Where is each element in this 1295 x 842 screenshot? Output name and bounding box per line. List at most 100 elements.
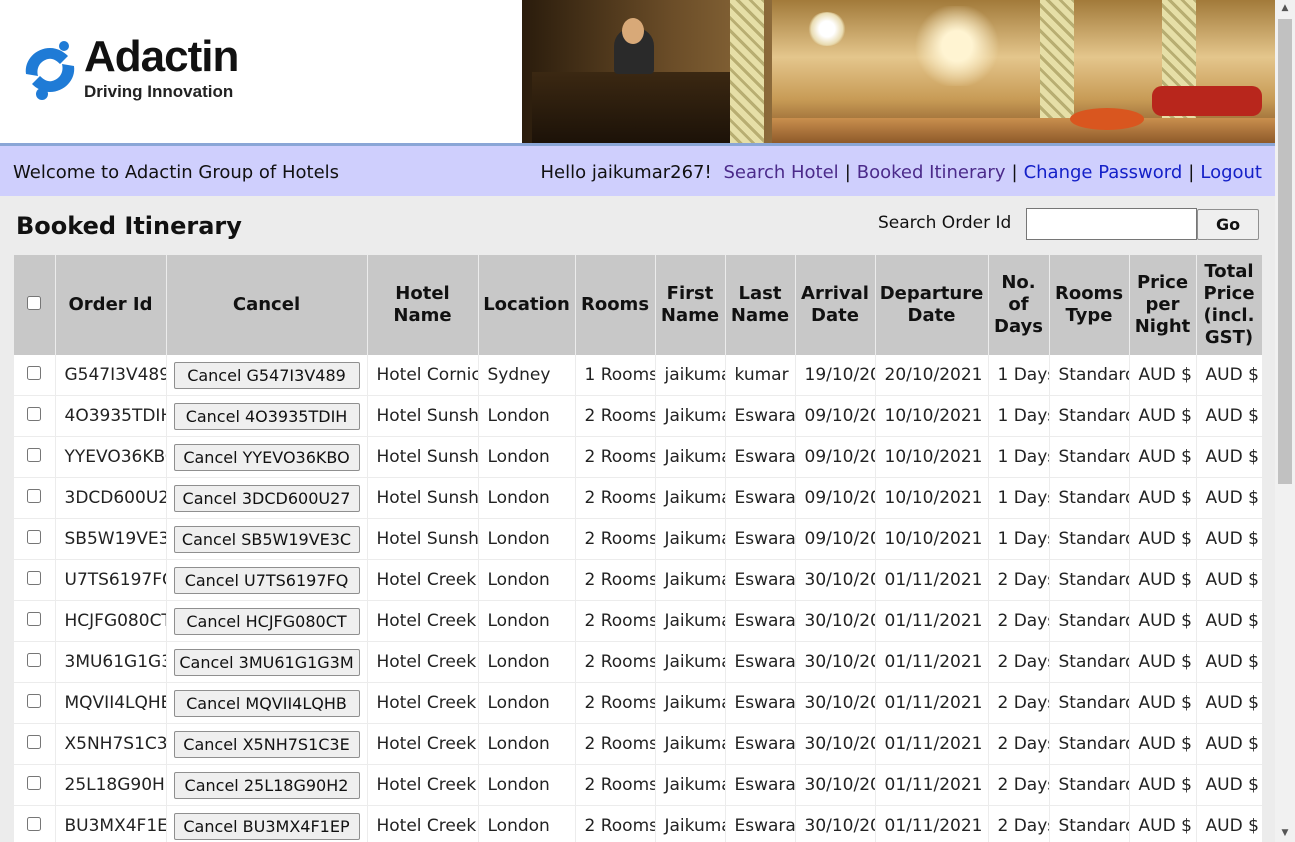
hotel-name-header: Hotel Name xyxy=(367,255,479,355)
change-password-link[interactable]: Change Password xyxy=(1024,162,1183,183)
no-of-days-cell: 2 Days xyxy=(988,600,1050,642)
first-name-cell: Jaikumar xyxy=(655,518,726,560)
cancel-cell: Cancel YYEVO36KBO xyxy=(166,436,368,478)
location-cell: London xyxy=(478,559,576,601)
select-all-checkbox[interactable] xyxy=(27,296,42,310)
row-select-checkbox[interactable] xyxy=(27,653,42,667)
cancel-cell: Cancel 3MU61G1G3M xyxy=(166,641,368,683)
scroll-up-arrow-icon[interactable]: ▲ xyxy=(1275,0,1295,17)
row-select-checkbox[interactable] xyxy=(27,530,42,544)
cancel-order-button[interactable]: Cancel X5NH7S1C3E xyxy=(173,730,360,758)
total-price-cell: AUD $ xyxy=(1196,764,1263,806)
rooms-cell: 1 Rooms xyxy=(575,355,656,396)
departure-date-cell: 10/10/2021 xyxy=(875,395,989,437)
arrival-date-cell: 09/10/2021 xyxy=(795,477,876,519)
no-of-days-cell: 1 Days xyxy=(988,395,1050,437)
price-per-night-cell: AUD $ xyxy=(1129,764,1197,806)
no-of-days-cell: 1 Days xyxy=(988,477,1050,519)
search-hotel-link[interactable]: Search Hotel xyxy=(723,162,838,183)
departure-date-header: Departure Date xyxy=(875,255,989,355)
scrollbar-thumb[interactable] xyxy=(1278,19,1292,484)
no-of-days-cell: 2 Days xyxy=(988,682,1050,724)
cancel-cell: Cancel 3DCD600U27 xyxy=(166,477,368,519)
logout-link[interactable]: Logout xyxy=(1200,162,1262,183)
welcome-text: Welcome to Adactin Group of Hotels xyxy=(13,162,340,183)
rooms-type-cell: Standard xyxy=(1049,355,1130,396)
cancel-order-button[interactable]: Cancel HCJFG080CT xyxy=(173,607,360,635)
rooms-type-cell: Standard xyxy=(1049,600,1130,642)
arrival-date-cell: 09/10/2021 xyxy=(795,518,876,560)
total-price-cell: AUD $ xyxy=(1196,600,1263,642)
cancel-order-button[interactable]: Cancel 4O3935TDIH xyxy=(173,402,360,430)
order-id-cell: U7TS6197FQ xyxy=(55,559,167,601)
row-select-cell xyxy=(14,477,56,519)
row-select-cell xyxy=(14,805,56,842)
total-price-cell: AUD $ xyxy=(1196,559,1263,601)
row-select-checkbox[interactable] xyxy=(27,817,42,831)
cancel-order-button[interactable]: Cancel 25L18G90H2 xyxy=(173,771,360,799)
vertical-scrollbar[interactable]: ▲ ▼ xyxy=(1275,0,1295,842)
hotel-lobby-banner-image xyxy=(522,0,1275,143)
cancel-order-button[interactable]: Cancel MQVII4LQHB xyxy=(173,689,360,717)
row-select-checkbox[interactable] xyxy=(27,735,42,749)
row-select-checkbox[interactable] xyxy=(27,694,42,708)
row-select-checkbox[interactable] xyxy=(27,571,42,585)
cancel-order-button[interactable]: Cancel 3DCD600U27 xyxy=(173,484,360,512)
cancel-cell: Cancel G547I3V489 xyxy=(166,355,368,396)
row-select-cell xyxy=(14,559,56,601)
cancel-cell: Cancel X5NH7S1C3E xyxy=(166,723,368,765)
last-name-cell: Eswaran xyxy=(725,723,796,765)
rooms-cell: 2 Rooms xyxy=(575,641,656,683)
location-cell: London xyxy=(478,518,576,560)
row-select-checkbox[interactable] xyxy=(27,612,42,626)
arrival-date-cell: 30/10/2021 xyxy=(795,764,876,806)
price-per-night-cell: AUD $ xyxy=(1129,395,1197,437)
table-body: G547I3V489Cancel G547I3V489Hotel Cornice… xyxy=(14,355,1263,842)
row-select-checkbox[interactable] xyxy=(27,407,42,421)
row-select-checkbox[interactable] xyxy=(27,776,42,790)
rooms-type-cell: Standard xyxy=(1049,436,1130,478)
scroll-down-arrow-icon[interactable]: ▼ xyxy=(1275,825,1295,842)
nav-separator: | xyxy=(1188,162,1195,183)
rooms-type-cell: Standard xyxy=(1049,395,1130,437)
cancel-order-button[interactable]: Cancel SB5W19VE3C xyxy=(173,525,360,553)
row-select-checkbox[interactable] xyxy=(27,366,42,380)
cancel-order-button[interactable]: Cancel U7TS6197FQ xyxy=(173,566,360,594)
hotel-name-cell: Hotel Cornice xyxy=(367,355,479,396)
location-cell: London xyxy=(478,764,576,806)
cancel-cell: Cancel SB5W19VE3C xyxy=(166,518,368,560)
last-name-header: Last Name xyxy=(725,255,796,355)
row-select-checkbox[interactable] xyxy=(27,448,42,462)
total-price-cell: AUD $ xyxy=(1196,641,1263,683)
no-of-days-cell: 2 Days xyxy=(988,723,1050,765)
location-cell: London xyxy=(478,436,576,478)
total-price-cell: AUD $ xyxy=(1196,805,1263,842)
cancel-order-button[interactable]: Cancel BU3MX4F1EP xyxy=(173,812,360,840)
cancel-order-button[interactable]: Cancel 3MU61G1G3M xyxy=(173,648,360,676)
last-name-cell: Eswaran xyxy=(725,641,796,683)
booked-itinerary-link[interactable]: Booked Itinerary xyxy=(857,162,1006,183)
price-per-night-cell: AUD $ xyxy=(1129,477,1197,519)
row-select-checkbox[interactable] xyxy=(27,489,42,503)
order-id-cell: X5NH7S1C3E xyxy=(55,723,167,765)
cancel-order-button[interactable]: Cancel YYEVO36KBO xyxy=(173,443,360,471)
adactin-logo[interactable]: Adactin Driving Innovation xyxy=(18,32,288,106)
go-button[interactable]: Go xyxy=(1197,209,1259,240)
last-name-cell: Eswaran xyxy=(725,518,796,560)
hotel-name-cell: Hotel Creek xyxy=(367,764,479,806)
cancel-cell: Cancel 4O3935TDIH xyxy=(166,395,368,437)
table-row: 4O3935TDIHCancel 4O3935TDIHHotel Sunshin… xyxy=(14,395,1263,437)
rooms-type-header: Rooms Type xyxy=(1049,255,1130,355)
location-cell: London xyxy=(478,395,576,437)
rooms-type-cell: Standard xyxy=(1049,764,1130,806)
table-row: G547I3V489Cancel G547I3V489Hotel Cornice… xyxy=(14,355,1263,396)
cancel-header: Cancel xyxy=(166,255,368,355)
row-select-cell xyxy=(14,518,56,560)
departure-date-cell: 10/10/2021 xyxy=(875,436,989,478)
booked-itinerary-table: Order Id Cancel Hotel Name Location Room… xyxy=(14,255,1263,842)
arrival-date-cell: 30/10/2021 xyxy=(795,723,876,765)
departure-date-cell: 01/11/2021 xyxy=(875,641,989,683)
search-order-id-input[interactable] xyxy=(1026,208,1197,240)
cancel-order-button[interactable]: Cancel G547I3V489 xyxy=(173,361,360,389)
last-name-cell: Eswaran xyxy=(725,764,796,806)
